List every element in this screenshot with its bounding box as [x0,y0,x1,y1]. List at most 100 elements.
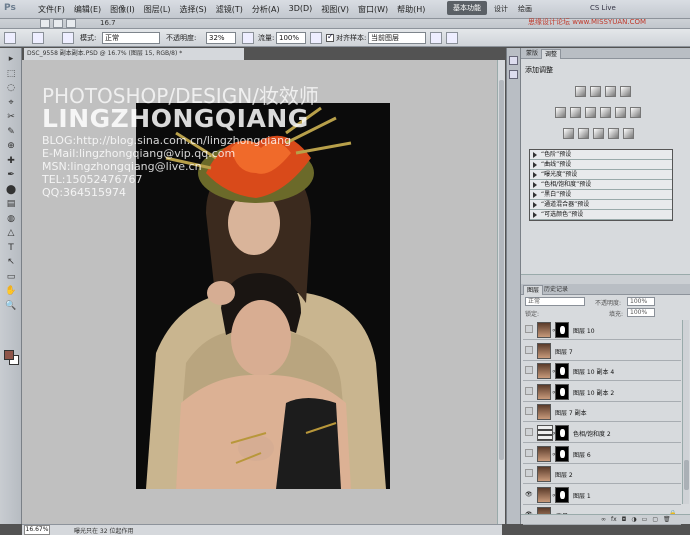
expand-triangle-icon[interactable] [533,201,537,208]
brightness-icon[interactable] [575,86,586,97]
layer-row[interactable]: ∞图层 6 [523,443,681,464]
expand-triangle-icon[interactable] [533,181,537,188]
dodge-tool-icon[interactable]: △ [5,228,17,239]
visibility-eye-icon[interactable] [525,386,533,395]
layer-mask-thumbnail[interactable] [555,363,569,380]
expand-triangle-icon[interactable] [533,211,537,218]
menu-item[interactable]: 文件(F) [38,4,65,15]
ignore-adjustment-icon[interactable] [430,32,442,44]
add-mask-icon[interactable]: ◘ [622,516,627,523]
pressure-opacity-icon[interactable] [242,32,254,44]
new-layer-icon[interactable]: ▢ [652,516,658,523]
layer-row[interactable]: 图层 2 [523,464,681,485]
tab-layers[interactable]: 图层 [523,285,544,295]
visibility-eye-icon[interactable] [525,469,533,478]
eyedropper-tool-icon[interactable]: ✎ [5,127,17,138]
opacity-input[interactable]: 32% [206,32,236,44]
delete-layer-icon[interactable]: 🗑 [663,516,671,523]
tab-history[interactable]: 历史记录 [541,285,571,295]
menu-item[interactable]: 分析(A) [252,4,280,15]
invert-icon[interactable] [563,128,574,139]
layer-opacity-input[interactable]: 100% [627,297,655,306]
mode-select[interactable]: 正常 [102,32,160,44]
preset-item[interactable]: “曲线”预设 [530,160,672,170]
levels-icon[interactable] [590,86,601,97]
clone-stamp-tool-icon[interactable]: ✒ [5,170,17,181]
photo-filter-icon[interactable] [615,107,626,118]
brush-tool-icon[interactable]: ✚ [5,156,17,167]
menu-item[interactable]: 视图(V) [321,4,349,15]
menu-item[interactable]: 窗口(W) [358,4,388,15]
blend-mode-select[interactable]: 正常 [525,297,585,306]
canvas-area[interactable]: PHOTOSHOP/DESIGN/妆效师 LINGZHONGQIANG BLOG… [22,60,502,524]
canvas-vertical-scrollbar[interactable] [497,60,505,524]
grid-icon[interactable] [66,19,76,28]
visibility-eye-icon[interactable] [525,325,533,333]
menu-item[interactable]: 滤镜(T) [216,4,243,15]
visibility-eye-icon[interactable] [525,428,533,436]
color-balance-icon[interactable] [585,107,596,118]
eraser-tool-icon[interactable]: ▤ [5,199,17,210]
align-checkbox[interactable] [326,32,334,42]
history-brush-tool-icon[interactable]: ⬤ [5,185,17,196]
preset-item[interactable]: “色相/饱和度”预设 [530,180,672,190]
tab-masks[interactable]: 蒙版 [523,49,541,59]
minibridge-icon[interactable] [53,19,63,28]
threshold-icon[interactable] [593,128,604,139]
layer-row[interactable]: ∞图层 10 副本 4 [523,361,681,382]
path-select-tool-icon[interactable]: ↖ [5,257,17,268]
menu-item[interactable]: 选择(S) [179,4,206,15]
preset-item[interactable]: “黑白”预设 [530,190,672,200]
layer-row[interactable]: 图层 7 [523,340,681,361]
menu-item[interactable]: 编辑(E) [74,4,101,15]
layer-mask-thumbnail[interactable] [555,322,569,338]
selective-color-icon[interactable] [623,128,634,139]
zoom-tool-icon[interactable]: 🔍 [5,301,17,312]
new-adjustment-icon[interactable]: ◑ [631,516,636,523]
channel-mixer-icon[interactable] [630,107,641,118]
preset-item[interactable]: “可选颜色”预设 [530,210,672,220]
visibility-eye-icon[interactable] [525,407,533,416]
gradient-map-icon[interactable] [608,128,619,139]
type-tool-icon[interactable]: T [5,243,17,254]
layer-mask-thumbnail[interactable] [555,383,569,400]
quick-select-tool-icon[interactable]: ⌖ [5,98,17,109]
layer-row[interactable]: 图层 7 副本 [523,402,681,423]
vibrance-icon[interactable] [555,107,566,118]
gradient-tool-icon[interactable]: ◍ [5,214,17,225]
fill-input[interactable]: 100% [627,308,655,317]
visibility-eye-icon[interactable] [525,345,533,354]
layer-row[interactable]: ∞图层 10 副本 2 [523,381,681,402]
visibility-eye-icon[interactable] [525,366,533,375]
tab-adjustments[interactable]: 调整 [541,49,562,59]
layer-row[interactable]: 👁∞图层 1 [523,484,681,505]
shape-tool-icon[interactable]: ▭ [5,272,17,283]
bridge-icon[interactable] [40,19,50,28]
black-white-icon[interactable] [600,107,611,118]
visibility-eye-icon[interactable] [525,448,533,457]
expand-triangle-icon[interactable] [533,171,537,178]
layer-mask-thumbnail[interactable] [555,445,569,462]
actions-panel-icon[interactable] [509,70,518,79]
expand-triangle-icon[interactable] [533,161,537,168]
lasso-tool-icon[interactable]: ◌ [5,83,17,94]
new-group-icon[interactable]: ▭ [642,516,648,523]
curves-icon[interactable] [605,86,616,97]
brush-preset-icon[interactable] [32,32,44,44]
airbrush-icon[interactable] [310,32,322,44]
clone-source-icon[interactable] [62,32,74,44]
zoom-level-mini[interactable]: 16.7 [100,19,116,27]
workspace-design-button[interactable]: 设计 [494,4,508,14]
healing-tool-icon[interactable]: ⊕ [5,141,17,152]
cs-live-button[interactable]: CS Live [590,4,616,12]
move-tool-icon[interactable]: ▸ [5,54,17,65]
preset-item[interactable]: “曝光度”预设 [530,170,672,180]
marquee-tool-icon[interactable]: ⬚ [5,69,17,80]
document-tab[interactable]: DSC_9558 副本副本.PSD @ 16.7% (图层 15, RGB/8)… [24,48,244,60]
layer-mask-thumbnail[interactable] [555,425,569,441]
exposure-icon[interactable] [620,86,631,97]
layers-scrollbar[interactable] [682,320,689,504]
posterize-icon[interactable] [578,128,589,139]
menu-item[interactable]: 3D(D) [289,4,313,15]
link-layers-icon[interactable]: ∞ [601,516,606,523]
